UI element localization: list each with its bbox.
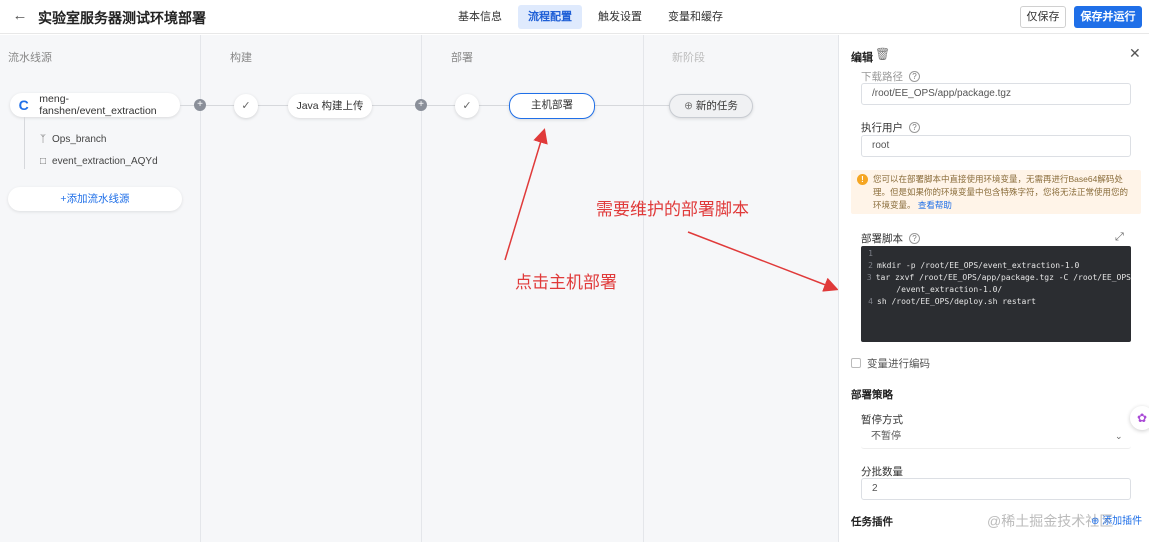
deploy-script-editor[interactable]: 1 2 mkdir -p /root/EE_OPS/event_extractio…	[861, 246, 1131, 342]
source-repo-name: meng-fanshen/event_extraction	[39, 93, 157, 117]
annotation-click-deploy: 点击主机部署	[515, 273, 617, 292]
assistant-float-icon[interactable]: ✿	[1130, 406, 1149, 430]
stage-divider	[200, 35, 201, 542]
page-title: 实验室服务器测试环境部署	[38, 10, 206, 26]
encode-variables-label: 变量进行编码	[867, 358, 930, 370]
exec-user-input[interactable]: root	[861, 135, 1131, 157]
panel-title: 编辑	[851, 52, 873, 64]
stage-title-source: 流水线源	[8, 52, 52, 64]
tab-variables-cache[interactable]: 变量和缓存	[658, 5, 733, 29]
stage-title-build: 构建	[230, 52, 252, 64]
pipeline-source-card[interactable]: C meng-fanshen/event_extraction	[10, 93, 180, 117]
job-java-build[interactable]: Java 构建上传	[288, 94, 372, 118]
pause-mode-label: 暂停方式	[861, 414, 903, 426]
help-icon[interactable]: ?	[909, 71, 920, 82]
stage-title-new[interactable]: 新阶段	[672, 49, 705, 65]
chevron-down-icon[interactable]: ⌄	[1115, 431, 1123, 442]
annotation-deploy-script: 需要维护的部署脚本	[596, 200, 749, 219]
source-alias: □ event_extraction_AQYd	[40, 156, 158, 167]
env-var-warning: ! 您可以在部署脚本中直接使用环境变量，无需再进行Base64解码处理。但是如果…	[851, 170, 1141, 214]
stage-title-deploy: 部署	[451, 52, 473, 64]
add-pipeline-source-button[interactable]: +添加流水线源	[8, 187, 182, 211]
package-path-input[interactable]: /root/EE_OPS/app/package.tgz	[861, 83, 1131, 105]
job-host-deploy[interactable]: 主机部署	[509, 93, 595, 119]
deploy-strategy-title: 部署策略	[851, 389, 893, 401]
plus-circle-icon: ⊕	[684, 100, 693, 112]
add-plugin-button[interactable]: ⊕ 添加插件	[1091, 512, 1142, 527]
deploy-trigger-bolt-icon[interactable]: ✓	[455, 94, 479, 118]
help-icon[interactable]: ?	[909, 122, 920, 133]
top-bar: ← 实验室服务器测试环境部署 基本信息 流程配置 触发设置 变量和缓存 仅保存 …	[0, 0, 1149, 34]
arrow-to-deploy-job	[504, 128, 548, 261]
save-only-button[interactable]: 仅保存	[1020, 6, 1066, 28]
stage-divider	[643, 35, 644, 542]
pause-mode-select[interactable]: 不暂停	[861, 427, 1131, 449]
save-and-run-button[interactable]: 保存并运行	[1074, 6, 1142, 28]
edit-panel: 编辑 🗑 ✕ 下载路径? /root/EE_OPS/app/package.tg…	[838, 35, 1149, 542]
top-tabs: 基本信息 流程配置 触发设置 变量和缓存	[448, 5, 733, 29]
pipeline-canvas: 流水线源 构建 部署 新阶段 C meng-fanshen/event_extr…	[0, 35, 838, 542]
tab-pipeline-config[interactable]: 流程配置	[518, 5, 582, 29]
back-arrow-icon[interactable]: ←	[10, 6, 30, 26]
add-stage-plus-icon[interactable]: +	[415, 99, 427, 111]
close-icon[interactable]: ✕	[1129, 45, 1141, 62]
tab-basic-info[interactable]: 基本信息	[448, 5, 512, 29]
expand-icon[interactable]: ⤢	[1115, 231, 1124, 244]
encode-variables-checkbox[interactable]	[851, 358, 861, 368]
batch-count-label: 分批数量	[861, 466, 903, 478]
help-icon[interactable]: ?	[909, 233, 920, 244]
codeup-logo-icon: C	[18, 97, 29, 113]
connector-line	[594, 105, 670, 106]
batch-count-input[interactable]: 2	[861, 478, 1131, 500]
branch-icon: ᛉ	[40, 134, 46, 145]
arrow-to-script	[687, 231, 838, 292]
deploy-script-label: 部署脚本?	[861, 231, 920, 246]
view-help-link[interactable]: 查看帮助	[918, 200, 952, 210]
trash-icon[interactable]: 🗑	[875, 47, 890, 61]
connector-line	[372, 105, 512, 106]
package-path-label: 下载路径?	[861, 69, 920, 84]
tree-line	[24, 117, 25, 169]
exec-user-label: 执行用户?	[861, 120, 920, 135]
plus-circle-icon: ⊕	[1091, 516, 1100, 527]
folder-icon: □	[40, 156, 47, 167]
warning-icon: !	[857, 174, 868, 185]
tab-trigger-settings[interactable]: 触发设置	[588, 5, 652, 29]
stage-divider	[421, 35, 422, 542]
source-branch: ᛉ Ops_branch	[40, 134, 107, 145]
new-task-button[interactable]: ⊕ 新的任务	[669, 94, 753, 118]
task-plugins-title: 任务插件	[851, 516, 893, 528]
build-trigger-bolt-icon[interactable]: ✓	[234, 94, 258, 118]
add-stage-plus-icon[interactable]: +	[194, 99, 206, 111]
